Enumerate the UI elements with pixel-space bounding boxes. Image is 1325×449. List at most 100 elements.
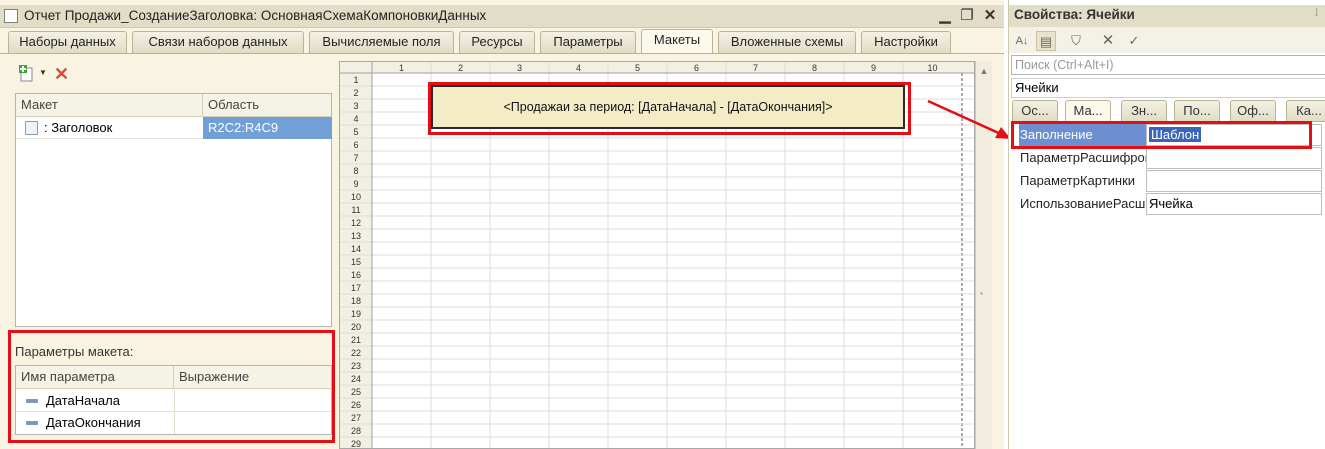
column-label: 7 bbox=[753, 63, 758, 73]
table-row[interactable]: ДатаНачала bbox=[16, 390, 331, 412]
row-label: 25 bbox=[351, 387, 361, 397]
layout-params-table: Имя параметра Выражение ДатаНачала ДатаО… bbox=[15, 365, 332, 435]
search-input[interactable]: Поиск (Ctrl+Alt+I) bbox=[1011, 55, 1325, 75]
properties-toolbar: A↓ ▤ ⛉ ✕ ✓ bbox=[1009, 27, 1325, 53]
row-label: 11 bbox=[351, 205, 360, 215]
tab-calculated-fields[interactable]: Вычисляемые поля bbox=[309, 31, 454, 53]
red-arrow-icon bbox=[927, 99, 1011, 139]
column-label: 10 bbox=[927, 63, 937, 73]
parameter-icon bbox=[26, 399, 38, 403]
layout-params-label: Параметры макета: bbox=[15, 344, 134, 359]
clear-value-icon[interactable]: ✕ bbox=[1098, 31, 1118, 51]
property-value[interactable]: Ячейка bbox=[1146, 193, 1322, 215]
param-name: ДатаНачала bbox=[46, 393, 120, 408]
add-layout-icon[interactable] bbox=[19, 65, 35, 82]
tab-settings[interactable]: Настройки bbox=[861, 31, 951, 53]
prop-tab-format[interactable]: Оф... bbox=[1230, 100, 1276, 122]
dcs-editor-window: Отчет Продажи_СозданиеЗаголовка: Основна… bbox=[0, 0, 1004, 449]
table-row[interactable]: ДатаОкончания bbox=[16, 412, 331, 434]
column-divider bbox=[174, 390, 175, 412]
object-name-field: Ячейки bbox=[1011, 78, 1325, 98]
column-header-area[interactable]: Область bbox=[203, 94, 333, 117]
property-name: ИспользованиеРасшифровки bbox=[1020, 196, 1146, 211]
row-label: 18 bbox=[351, 296, 361, 306]
row-label: 20 bbox=[351, 322, 361, 332]
property-value[interactable] bbox=[1146, 170, 1322, 192]
filter-icon[interactable]: ⛉ bbox=[1066, 31, 1086, 51]
row-label: 10 bbox=[351, 192, 361, 202]
prop-tab-main[interactable]: Ос... bbox=[1012, 100, 1058, 122]
param-name: ДатаОкончания bbox=[46, 415, 141, 430]
delete-layout-icon[interactable]: ✕ bbox=[54, 64, 69, 84]
row-label: 17 bbox=[351, 283, 361, 293]
column-header-layout[interactable]: Макет bbox=[16, 94, 203, 117]
property-row-picture-param[interactable]: ПараметрКартинки bbox=[1019, 170, 1325, 192]
row-label: 15 bbox=[351, 257, 361, 267]
parameter-icon bbox=[26, 421, 38, 425]
tab-nested-schemas[interactable]: Вложенные схемы bbox=[718, 31, 856, 53]
tab-resources[interactable]: Ресурсы bbox=[459, 31, 535, 53]
row-label: 26 bbox=[351, 400, 361, 410]
row-label: 19 bbox=[351, 309, 361, 319]
tab-dataset-links[interactable]: Связи наборов данных bbox=[132, 31, 304, 53]
minimize-icon[interactable]: ▁ bbox=[936, 7, 954, 25]
sort-az-icon[interactable]: A↓ bbox=[1012, 31, 1032, 51]
column-label: 5 bbox=[635, 63, 640, 73]
prop-tab-layout[interactable]: Ма... bbox=[1065, 100, 1111, 122]
property-value-fill[interactable]: Шаблон bbox=[1146, 124, 1322, 146]
layout-name: : Заголовок bbox=[44, 120, 113, 135]
close-icon[interactable]: ✕ bbox=[981, 7, 999, 25]
window-titlebar: Отчет Продажи_СозданиеЗаголовка: Основна… bbox=[0, 5, 1004, 28]
report-icon bbox=[4, 9, 18, 23]
prop-tab-picture[interactable]: Ка... bbox=[1286, 100, 1325, 122]
row-label: 28 bbox=[351, 426, 361, 436]
params-table-header: Имя параметра Выражение bbox=[16, 366, 331, 389]
scroll-grip-icon[interactable]: ▪ bbox=[980, 289, 983, 298]
column-label: 1 bbox=[399, 63, 404, 73]
editor-tabs: Наборы данных Связи наборов данных Вычис… bbox=[0, 28, 1004, 54]
column-divider bbox=[174, 412, 175, 434]
row-label: 22 bbox=[351, 348, 361, 358]
tab-layouts[interactable]: Макеты bbox=[641, 29, 713, 54]
column-label: 2 bbox=[458, 63, 463, 73]
column-header-expression[interactable]: Выражение bbox=[174, 366, 333, 389]
column-label: 3 bbox=[517, 63, 522, 73]
property-row-drilldown-param[interactable]: ПараметрРасшифровки bbox=[1019, 147, 1325, 169]
chevron-down-icon[interactable]: ▼ bbox=[39, 68, 47, 77]
window-title: Отчет Продажи_СозданиеЗаголовка: Основна… bbox=[24, 8, 487, 23]
header-template-cell[interactable]: <Продажаи за период: [ДатаНачала] - [Дат… bbox=[431, 85, 905, 129]
tab-divider bbox=[0, 53, 1004, 54]
pin-icon[interactable]: ⁞ bbox=[1315, 8, 1318, 19]
property-name: Заполнение bbox=[1019, 124, 1146, 146]
layouts-table: Макет Область : Заголовок R2C2:R4C9 bbox=[15, 93, 332, 327]
row-label: 16 bbox=[351, 270, 361, 280]
categories-icon[interactable]: ▤ bbox=[1036, 31, 1056, 51]
table-row[interactable]: : Заголовок R2C2:R4C9 bbox=[16, 117, 332, 139]
property-row-drilldown-usage[interactable]: ИспользованиеРасшифровки Ячейка bbox=[1019, 193, 1325, 215]
row-label: 9 bbox=[353, 179, 358, 189]
row-label: 23 bbox=[351, 361, 361, 371]
prop-tab-position[interactable]: По... bbox=[1174, 100, 1220, 122]
column-header-bar bbox=[340, 62, 974, 73]
apply-value-icon[interactable]: ✓ bbox=[1124, 31, 1144, 51]
property-value[interactable] bbox=[1146, 147, 1322, 169]
properties-panel: Свойства: Ячейки ⁞ A↓ ▤ ⛉ ✕ ✓ Поиск (Ctr… bbox=[1008, 0, 1325, 449]
layout-icon bbox=[25, 121, 38, 135]
property-row-fill[interactable]: Заполнение Шаблон bbox=[1019, 124, 1325, 146]
tab-datasets[interactable]: Наборы данных bbox=[8, 31, 127, 53]
row-label: 4 bbox=[353, 114, 358, 124]
row-label: 24 bbox=[351, 374, 361, 384]
prop-tab-value[interactable]: Зн... bbox=[1121, 100, 1167, 122]
tab-parameters[interactable]: Параметры bbox=[540, 31, 636, 53]
restore-icon[interactable]: ❐ bbox=[958, 7, 976, 25]
column-header-param-name[interactable]: Имя параметра bbox=[16, 366, 174, 389]
property-name: ПараметрКартинки bbox=[1020, 173, 1136, 188]
column-label: 8 bbox=[812, 63, 817, 73]
row-label: 6 bbox=[353, 140, 358, 150]
row-label: 14 bbox=[351, 244, 361, 254]
property-name: ПараметрРасшифровки bbox=[1020, 150, 1146, 165]
row-label: 8 bbox=[353, 166, 358, 176]
property-value-text: Шаблон bbox=[1149, 127, 1202, 142]
scroll-up-icon[interactable]: ▲ bbox=[978, 65, 990, 77]
column-label: 6 bbox=[694, 63, 699, 73]
